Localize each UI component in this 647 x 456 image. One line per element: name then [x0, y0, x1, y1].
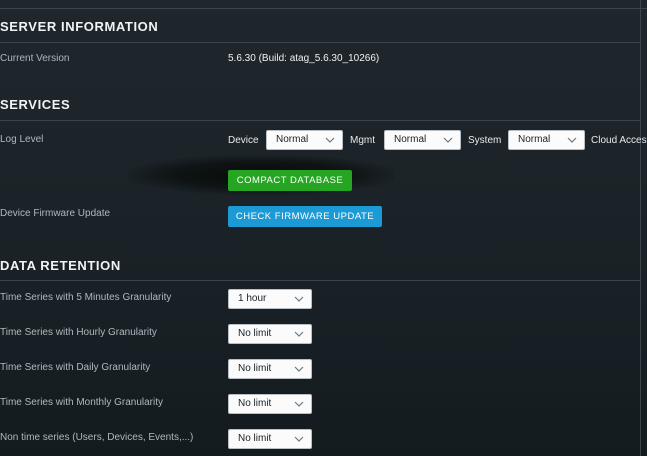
system-log-label: System [468, 135, 502, 146]
device-firmware-update-label: Device Firmware Update [0, 208, 111, 219]
retention-5min-label: Time Series with 5 Minutes Granularity [0, 292, 172, 303]
chevron-down-icon [294, 331, 304, 337]
chevron-down-icon [294, 296, 304, 302]
services-divider [0, 120, 640, 121]
log-level-label: Log Level [0, 134, 44, 145]
retention-monthly-value: No limit [238, 398, 272, 409]
retention-hourly-value: No limit [238, 328, 272, 339]
data-retention-divider [0, 280, 640, 281]
retention-5min-value: 1 hour [238, 293, 267, 304]
chevron-down-icon [294, 366, 304, 372]
retention-daily-label: Time Series with Daily Granularity [0, 362, 151, 373]
device-log-level-select[interactable]: Normal [266, 130, 343, 150]
retention-daily-select[interactable]: No limit [228, 359, 312, 379]
cloud-access-log-label: Cloud Acces [591, 135, 647, 146]
retention-hourly-select[interactable]: No limit [228, 324, 312, 344]
chevron-down-icon [294, 401, 304, 407]
retention-non-time-series-select[interactable]: No limit [228, 429, 312, 449]
check-firmware-update-button[interactable]: CHECK FIRMWARE UPDATE [228, 206, 382, 227]
retention-5min-select[interactable]: 1 hour [228, 289, 312, 309]
chevron-down-icon [325, 137, 335, 143]
retention-monthly-select[interactable]: No limit [228, 394, 312, 414]
retention-non-time-series-label: Non time series (Users, Devices, Events,… [0, 432, 194, 443]
chevron-down-icon [567, 137, 577, 143]
services-heading: SERVICES [0, 97, 71, 112]
retention-non-time-series-value: No limit [238, 433, 272, 444]
compact-database-button[interactable]: COMPACT DATABASE [228, 170, 352, 191]
current-version-label: Current Version [0, 53, 70, 64]
server-information-heading: SERVER INFORMATION [0, 19, 159, 34]
system-log-level-select[interactable]: Normal [508, 130, 585, 150]
mgmt-log-label: Mgmt [350, 135, 375, 146]
data-retention-heading: DATA RETENTION [0, 258, 121, 273]
mgmt-log-level-value: Normal [394, 134, 427, 145]
device-log-label: Device [228, 135, 259, 146]
chevron-down-icon [443, 137, 453, 143]
retention-daily-value: No limit [238, 363, 272, 374]
retention-monthly-label: Time Series with Monthly Granularity [0, 397, 164, 408]
panel-right-edge [640, 0, 641, 456]
server-information-divider [0, 42, 640, 43]
device-log-level-value: Normal [276, 134, 309, 145]
top-divider [0, 8, 647, 9]
system-log-level-value: Normal [518, 134, 551, 145]
mgmt-log-level-select[interactable]: Normal [384, 130, 461, 150]
retention-hourly-label: Time Series with Hourly Granularity [0, 327, 157, 338]
chevron-down-icon [294, 436, 304, 442]
current-version-value: 5.6.30 (Build: atag_5.6.30_10266) [228, 53, 380, 64]
